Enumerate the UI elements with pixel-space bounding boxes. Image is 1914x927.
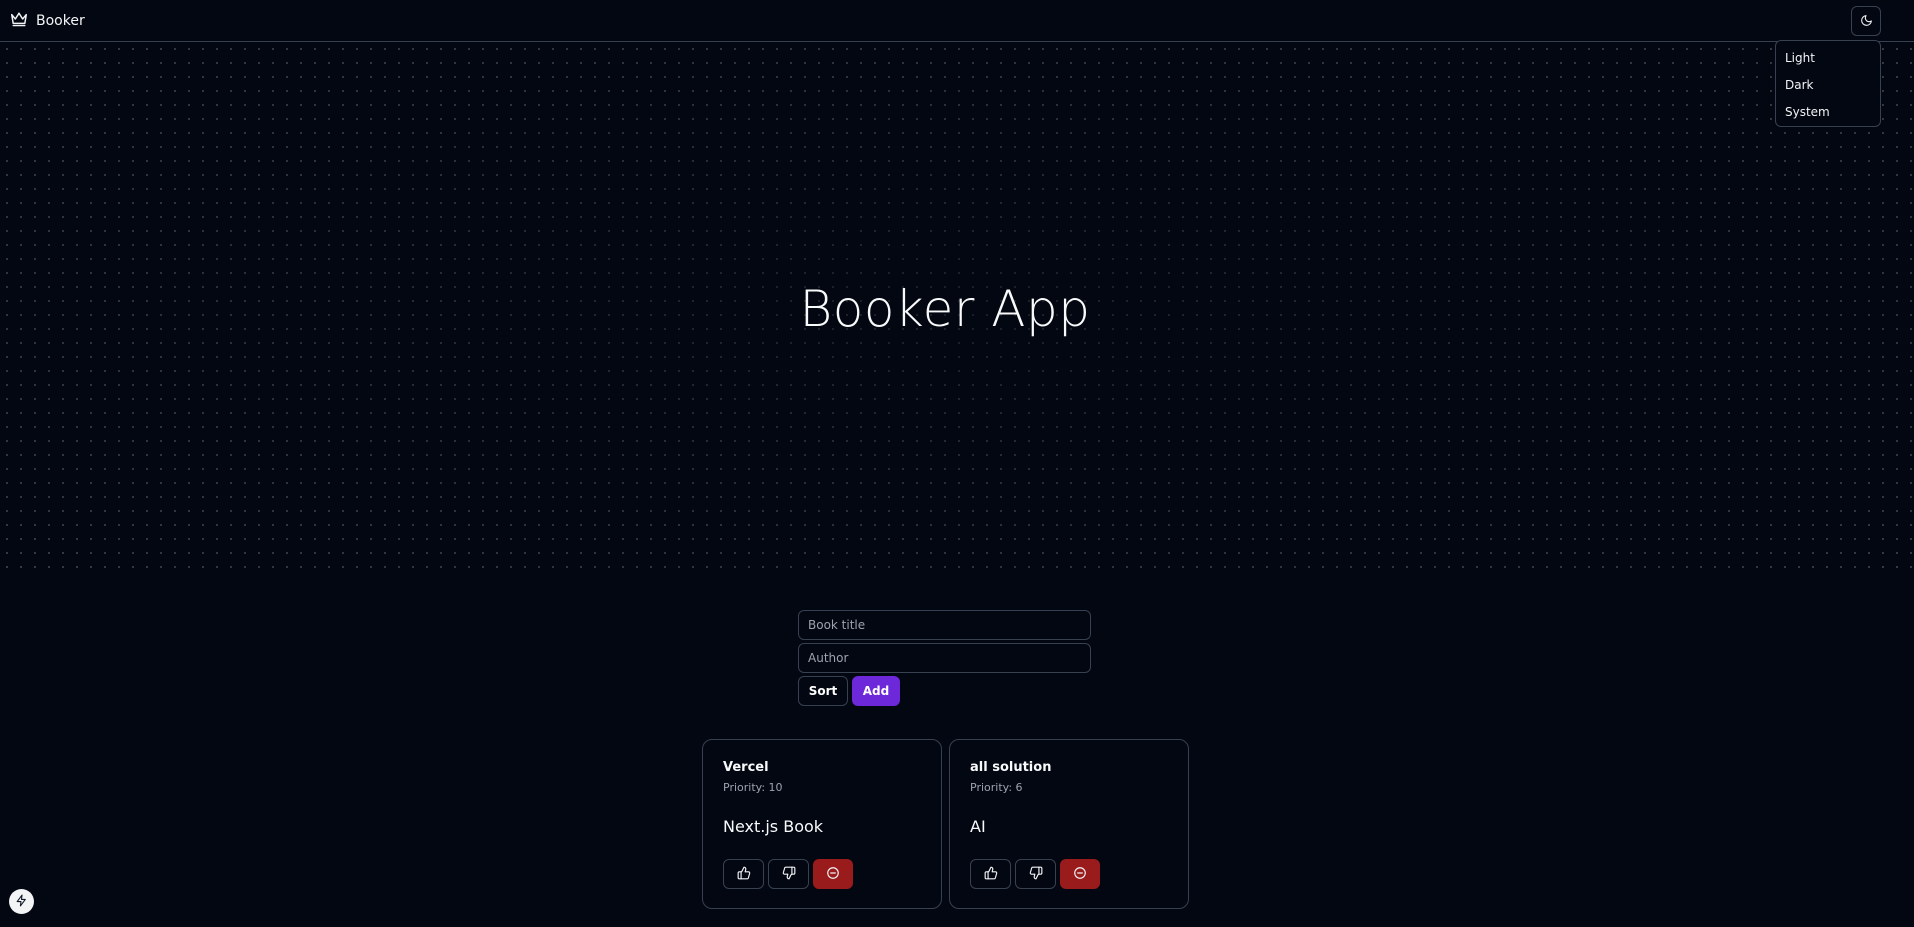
upvote-button[interactable] [723,859,764,889]
book-title: Next.js Book [723,817,824,836]
remove-button[interactable] [1060,859,1100,889]
theme-menu: Light Dark System [1775,40,1881,127]
book-priority: Priority: 6 [970,781,1023,794]
upvote-button[interactable] [970,859,1011,889]
thumbs-down-icon [782,865,796,884]
dev-tools-button[interactable] [9,889,34,914]
book-priority: Priority: 10 [723,781,783,794]
book-actions [723,859,853,889]
downvote-button[interactable] [1015,859,1056,889]
book-author: all solution [970,760,1052,775]
navbar: Booker [0,0,1914,42]
remove-button[interactable] [813,859,853,889]
theme-option-light[interactable]: Light [1776,45,1880,72]
brand-name: Booker [36,13,85,29]
thumbs-down-icon [1029,865,1043,884]
add-button[interactable]: Add [852,676,900,706]
lightning-icon [15,892,28,911]
book-title: AI [970,817,986,836]
theme-toggle-button[interactable] [1851,6,1881,36]
book-author: Vercel [723,760,769,775]
theme-option-dark[interactable]: Dark [1776,72,1880,99]
minus-circle-icon [1073,865,1087,884]
moon-icon [1860,12,1873,31]
brand-link[interactable]: Booker [10,11,85,31]
crown-icon [10,11,28,31]
minus-circle-icon [826,865,840,884]
thumbs-up-icon [984,865,998,884]
sort-button[interactable]: Sort [798,676,848,706]
theme-option-system[interactable]: System [1776,99,1880,126]
downvote-button[interactable] [768,859,809,889]
book-card: all solution Priority: 6 AI [949,739,1189,909]
thumbs-up-icon [737,865,751,884]
hero-title: Booker App [799,280,1091,338]
book-title-input[interactable] [798,610,1091,640]
author-input[interactable] [798,643,1091,673]
book-actions [970,859,1100,889]
book-card: Vercel Priority: 10 Next.js Book [702,739,942,909]
